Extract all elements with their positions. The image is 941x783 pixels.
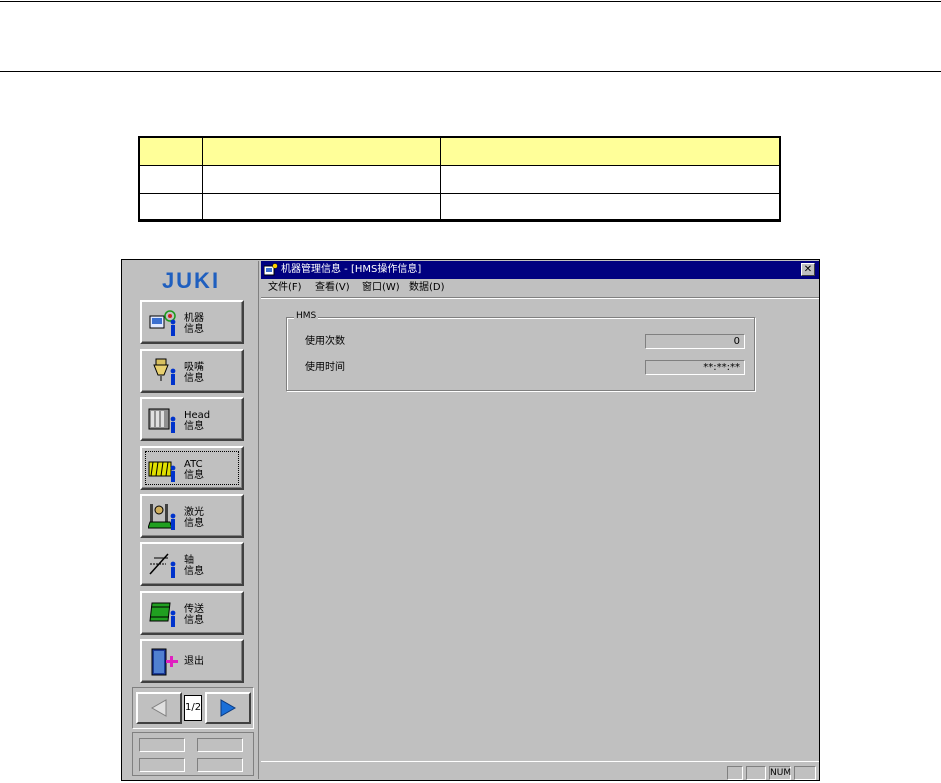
top-rule (0, 1, 941, 2)
title-bar: 机器管理信息 - [HMS操作信息] ✕ (261, 261, 819, 279)
right-arrow-icon (220, 699, 237, 717)
head-info-button[interactable]: Head 信息 (140, 397, 244, 441)
menu-file[interactable]: 文件(F) (268, 282, 302, 294)
menu-view[interactable]: 查看(V) (315, 282, 350, 294)
usage-time-field: **:**:** (645, 360, 745, 375)
header-rule (0, 71, 941, 72)
status-cell (197, 738, 243, 752)
table-divider (202, 138, 203, 220)
hms-groupbox (286, 317, 755, 391)
usage-count-field: 0 (645, 334, 745, 349)
status-cell (746, 766, 766, 780)
sidebar: JUKI 机器 信息 吸嘴 信息 Head 信息 ATC 信息 激光 信息 轴 … (123, 261, 259, 779)
menu-data[interactable]: 数据(D) (409, 282, 445, 294)
conveyor-info-icon (149, 602, 176, 627)
menu-window[interactable]: 窗口(W) (362, 282, 400, 294)
nozzle-info-button[interactable]: 吸嘴 信息 (140, 349, 244, 393)
laser-info-label: 激光 信息 (184, 507, 204, 529)
status-cell (139, 758, 185, 772)
page-navigation: 1/2 (132, 687, 254, 729)
prev-page-button[interactable] (136, 692, 182, 724)
machine-info-button[interactable]: 机器 信息 (140, 300, 244, 344)
close-button[interactable]: ✕ (801, 263, 815, 276)
axis-info-label: 轴 信息 (184, 555, 204, 577)
head-info-icon (148, 408, 176, 433)
laser-info-button[interactable]: 激光 信息 (140, 494, 244, 538)
main-window: 机器管理信息 - [HMS操作信息] ✕ 文件(F) 查看(V) 窗口(W) 数… (261, 261, 819, 780)
atc-info-label: ATC 信息 (184, 459, 204, 481)
machine-info-label: 机器 信息 (184, 313, 204, 335)
nozzle-info-icon (153, 358, 176, 385)
logo-text: JUKI (162, 269, 220, 291)
left-arrow-icon (150, 699, 167, 717)
conveyor-info-label: 传送 信息 (184, 604, 204, 626)
usage-count-label: 使用次数 (305, 336, 345, 347)
window-app-icon (264, 263, 278, 276)
table-row (140, 194, 779, 220)
application-frame: JUKI 机器 信息 吸嘴 信息 Head 信息 ATC 信息 激光 信息 轴 … (121, 259, 820, 781)
table-header-row (140, 138, 779, 166)
menu-bar: 文件(F) 查看(V) 窗口(W) 数据(D) (261, 279, 819, 297)
hms-group-label: HMS (294, 311, 319, 322)
page-indicator: 1/2 (184, 695, 202, 721)
laser-info-icon (148, 504, 176, 530)
status-cell (139, 738, 185, 752)
exit-button[interactable]: 退出 (140, 639, 244, 683)
info-table (138, 136, 781, 222)
close-icon: ✕ (803, 264, 813, 275)
next-page-button[interactable] (205, 692, 251, 724)
status-cell (727, 766, 743, 780)
nozzle-info-label: 吸嘴 信息 (184, 362, 204, 384)
table-row (140, 166, 779, 194)
num-lock-indicator: NUM (769, 766, 792, 780)
juki-logo: JUKI (162, 269, 220, 291)
conveyor-info-button[interactable]: 传送 信息 (140, 591, 244, 635)
table-divider (440, 138, 441, 220)
machine-info-icon (149, 310, 176, 336)
usage-time-label: 使用时间 (305, 362, 345, 373)
status-cell (197, 758, 243, 772)
menu-separator (261, 297, 819, 299)
status-panel (132, 732, 254, 776)
axis-info-button[interactable]: 轴 信息 (140, 542, 244, 586)
atc-info-button[interactable]: ATC 信息 (140, 446, 244, 490)
status-bar: NUM (261, 761, 819, 780)
window-title: 机器管理信息 - [HMS操作信息] (281, 264, 422, 275)
exit-label: 退出 (184, 656, 204, 667)
status-cell (794, 766, 816, 780)
exit-icon (151, 648, 178, 676)
head-info-label: Head 信息 (184, 410, 211, 432)
axis-info-icon (149, 553, 176, 578)
atc-info-icon (148, 461, 176, 482)
